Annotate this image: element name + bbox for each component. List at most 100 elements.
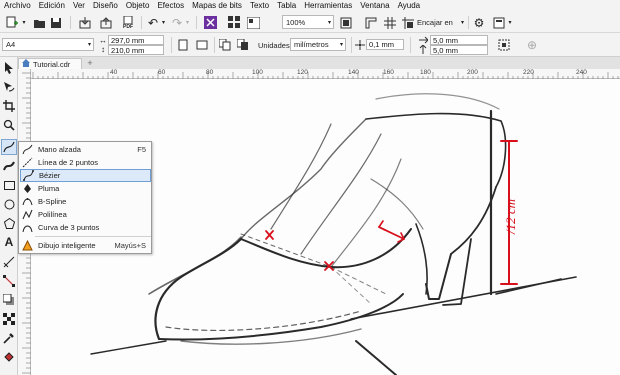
- page-height-input[interactable]: [108, 45, 164, 55]
- publish-pdf-icon[interactable]: PDF: [119, 15, 137, 30]
- zoom-tool-icon[interactable]: [1, 117, 17, 133]
- units-select[interactable]: milímetros ▾: [290, 38, 346, 51]
- corel-connect-icon[interactable]: [202, 15, 218, 30]
- app-launcher-icon[interactable]: [226, 15, 242, 30]
- menu-bar: Archivo Edición Ver Diseño Objeto Efecto…: [0, 0, 620, 12]
- shape-tool-icon[interactable]: [1, 79, 17, 95]
- document-tab[interactable]: Tutorial.cdr: [18, 58, 82, 69]
- polyline-icon: [20, 208, 35, 221]
- transparency-tool-icon[interactable]: [1, 311, 17, 327]
- flyout-item-polyline[interactable]: Polilínea: [20, 208, 151, 221]
- snap-to-label: Encajar en: [417, 17, 453, 27]
- height-icon: ↕: [101, 44, 105, 54]
- property-bar: A4 ▾ ↔ ↕ Unidades: milímetros ▾ ⊕: [0, 33, 620, 57]
- flyout-item-two-point-line[interactable]: Línea de 2 puntos: [20, 156, 151, 169]
- connector-tool-icon[interactable]: [1, 273, 17, 289]
- zoom-level-select[interactable]: 100% ▾: [282, 15, 334, 29]
- b-spline-icon: [20, 195, 35, 208]
- home-icon: [22, 59, 30, 69]
- treat-as-filled-icon[interactable]: [497, 38, 511, 52]
- undo-dropdown-chevron-icon[interactable]: ▾: [160, 15, 167, 30]
- curve-tool-icon[interactable]: [1, 139, 17, 155]
- options-gear-icon[interactable]: ⚙: [472, 15, 486, 30]
- polygon-tool-icon[interactable]: [1, 215, 17, 231]
- export-icon[interactable]: [98, 15, 116, 30]
- pen-icon: [20, 182, 35, 195]
- pick-tool-icon[interactable]: [1, 60, 17, 76]
- two-point-line-icon: [20, 156, 35, 169]
- all-pages-icon[interactable]: [218, 38, 232, 52]
- duplicate-distance-y-input[interactable]: [430, 45, 488, 55]
- menu-tabla[interactable]: Tabla: [273, 0, 300, 12]
- document-tab-title: Tutorial.cdr: [33, 59, 71, 69]
- current-page-icon[interactable]: [236, 38, 250, 52]
- full-screen-icon[interactable]: [338, 15, 354, 30]
- text-tool-icon[interactable]: A: [1, 234, 17, 250]
- flyout-item-b-spline[interactable]: B-Spline: [20, 195, 151, 208]
- snap-to-select[interactable]: Encajar en ▾: [414, 15, 466, 29]
- menu-objeto[interactable]: Objeto: [122, 0, 154, 12]
- chevron-down-icon: ▾: [339, 42, 343, 48]
- page-width-input[interactable]: [108, 35, 164, 45]
- parallel-dimension-tool-icon[interactable]: [1, 254, 17, 270]
- eyedropper-tool-icon[interactable]: [1, 330, 17, 346]
- flyout-item-smart-drawing[interactable]: Dibujo inteligente Mayús+S: [20, 239, 151, 252]
- ellipse-tool-icon[interactable]: [1, 196, 17, 212]
- ruler-tick-label: 180: [420, 69, 431, 76]
- menu-herramientas[interactable]: Herramientas: [300, 0, 356, 12]
- menu-efectos[interactable]: Efectos: [153, 0, 188, 12]
- zoom-level-value: 100%: [286, 17, 306, 27]
- bezier-icon: [21, 169, 36, 182]
- welcome-screen-icon[interactable]: [245, 15, 261, 30]
- duplicate-distance-x-input[interactable]: [430, 35, 488, 45]
- page-size-select[interactable]: A4 ▾: [2, 38, 94, 51]
- menu-ver[interactable]: Ver: [69, 0, 89, 12]
- menu-archivo[interactable]: Archivo: [0, 0, 35, 12]
- menu-ventana[interactable]: Ventana: [356, 0, 393, 12]
- ruler-tick-label: 80: [206, 69, 214, 76]
- show-grid-icon[interactable]: [382, 15, 398, 30]
- open-folder-icon[interactable]: [31, 15, 47, 30]
- save-icon[interactable]: [48, 15, 64, 30]
- page-size-value: A4: [6, 40, 16, 49]
- height-annotation: /12 cm: [503, 199, 518, 235]
- drop-shadow-tool-icon[interactable]: [1, 292, 17, 308]
- landscape-icon[interactable]: [195, 38, 209, 52]
- redo-dropdown-chevron-icon[interactable]: ▾: [184, 15, 191, 30]
- add-page-plus-icon[interactable]: ⊕: [525, 38, 539, 52]
- redo-icon[interactable]: ↷: [170, 15, 184, 30]
- portrait-icon[interactable]: [176, 38, 190, 52]
- flyout-item-pen[interactable]: Pluma: [20, 182, 151, 195]
- menu-texto[interactable]: Texto: [246, 0, 273, 12]
- flyout-item-freehand[interactable]: Mano alzada F5: [20, 143, 151, 156]
- customize-icon[interactable]: [492, 15, 506, 30]
- chevron-down-icon: ▾: [327, 19, 331, 26]
- flyout-item-three-point-curve[interactable]: Curva de 3 puntos: [20, 221, 151, 234]
- ruler-tick-label: 200: [467, 69, 478, 76]
- menu-edicion[interactable]: Edición: [35, 0, 69, 12]
- customize-dropdown-chevron-icon[interactable]: ▾: [506, 15, 514, 30]
- menu-diseno[interactable]: Diseño: [89, 0, 122, 12]
- new-tab-plus-icon[interactable]: +: [85, 58, 95, 68]
- undo-icon[interactable]: ↶: [146, 15, 160, 30]
- menu-mapas-de-bits[interactable]: Mapas de bits: [188, 0, 246, 12]
- nudge-distance-input[interactable]: [366, 39, 404, 50]
- show-rulers-icon[interactable]: [363, 15, 379, 30]
- import-icon[interactable]: [77, 15, 95, 30]
- menu-ayuda[interactable]: Ayuda: [394, 0, 425, 12]
- toolbox: A: [0, 57, 18, 375]
- units-value: milímetros: [294, 40, 329, 49]
- interactive-fill-tool-icon[interactable]: [1, 349, 17, 365]
- crop-tool-icon[interactable]: [1, 98, 17, 114]
- new-document-icon[interactable]: [3, 15, 19, 30]
- artistic-media-tool-icon[interactable]: [1, 158, 17, 174]
- chevron-down-icon: ▾: [460, 19, 464, 26]
- ruler-tick-label: 60: [158, 69, 166, 76]
- rectangle-tool-icon[interactable]: [1, 177, 17, 193]
- new-dropdown-chevron-icon[interactable]: ▾: [20, 15, 28, 30]
- standard-toolbar: ▾ PDF ↶ ▾ ↷ ▾ 100% ▾ Encajar en ▾ ⚙ ▾: [0, 12, 620, 33]
- ruler-tick-label: 160: [383, 69, 394, 76]
- horizontal-ruler[interactable]: 40 60 80 100 120 140 160 180 200 220 240: [31, 69, 620, 79]
- three-point-curve-icon: [20, 221, 35, 234]
- flyout-item-bezier[interactable]: Bézier: [20, 169, 151, 182]
